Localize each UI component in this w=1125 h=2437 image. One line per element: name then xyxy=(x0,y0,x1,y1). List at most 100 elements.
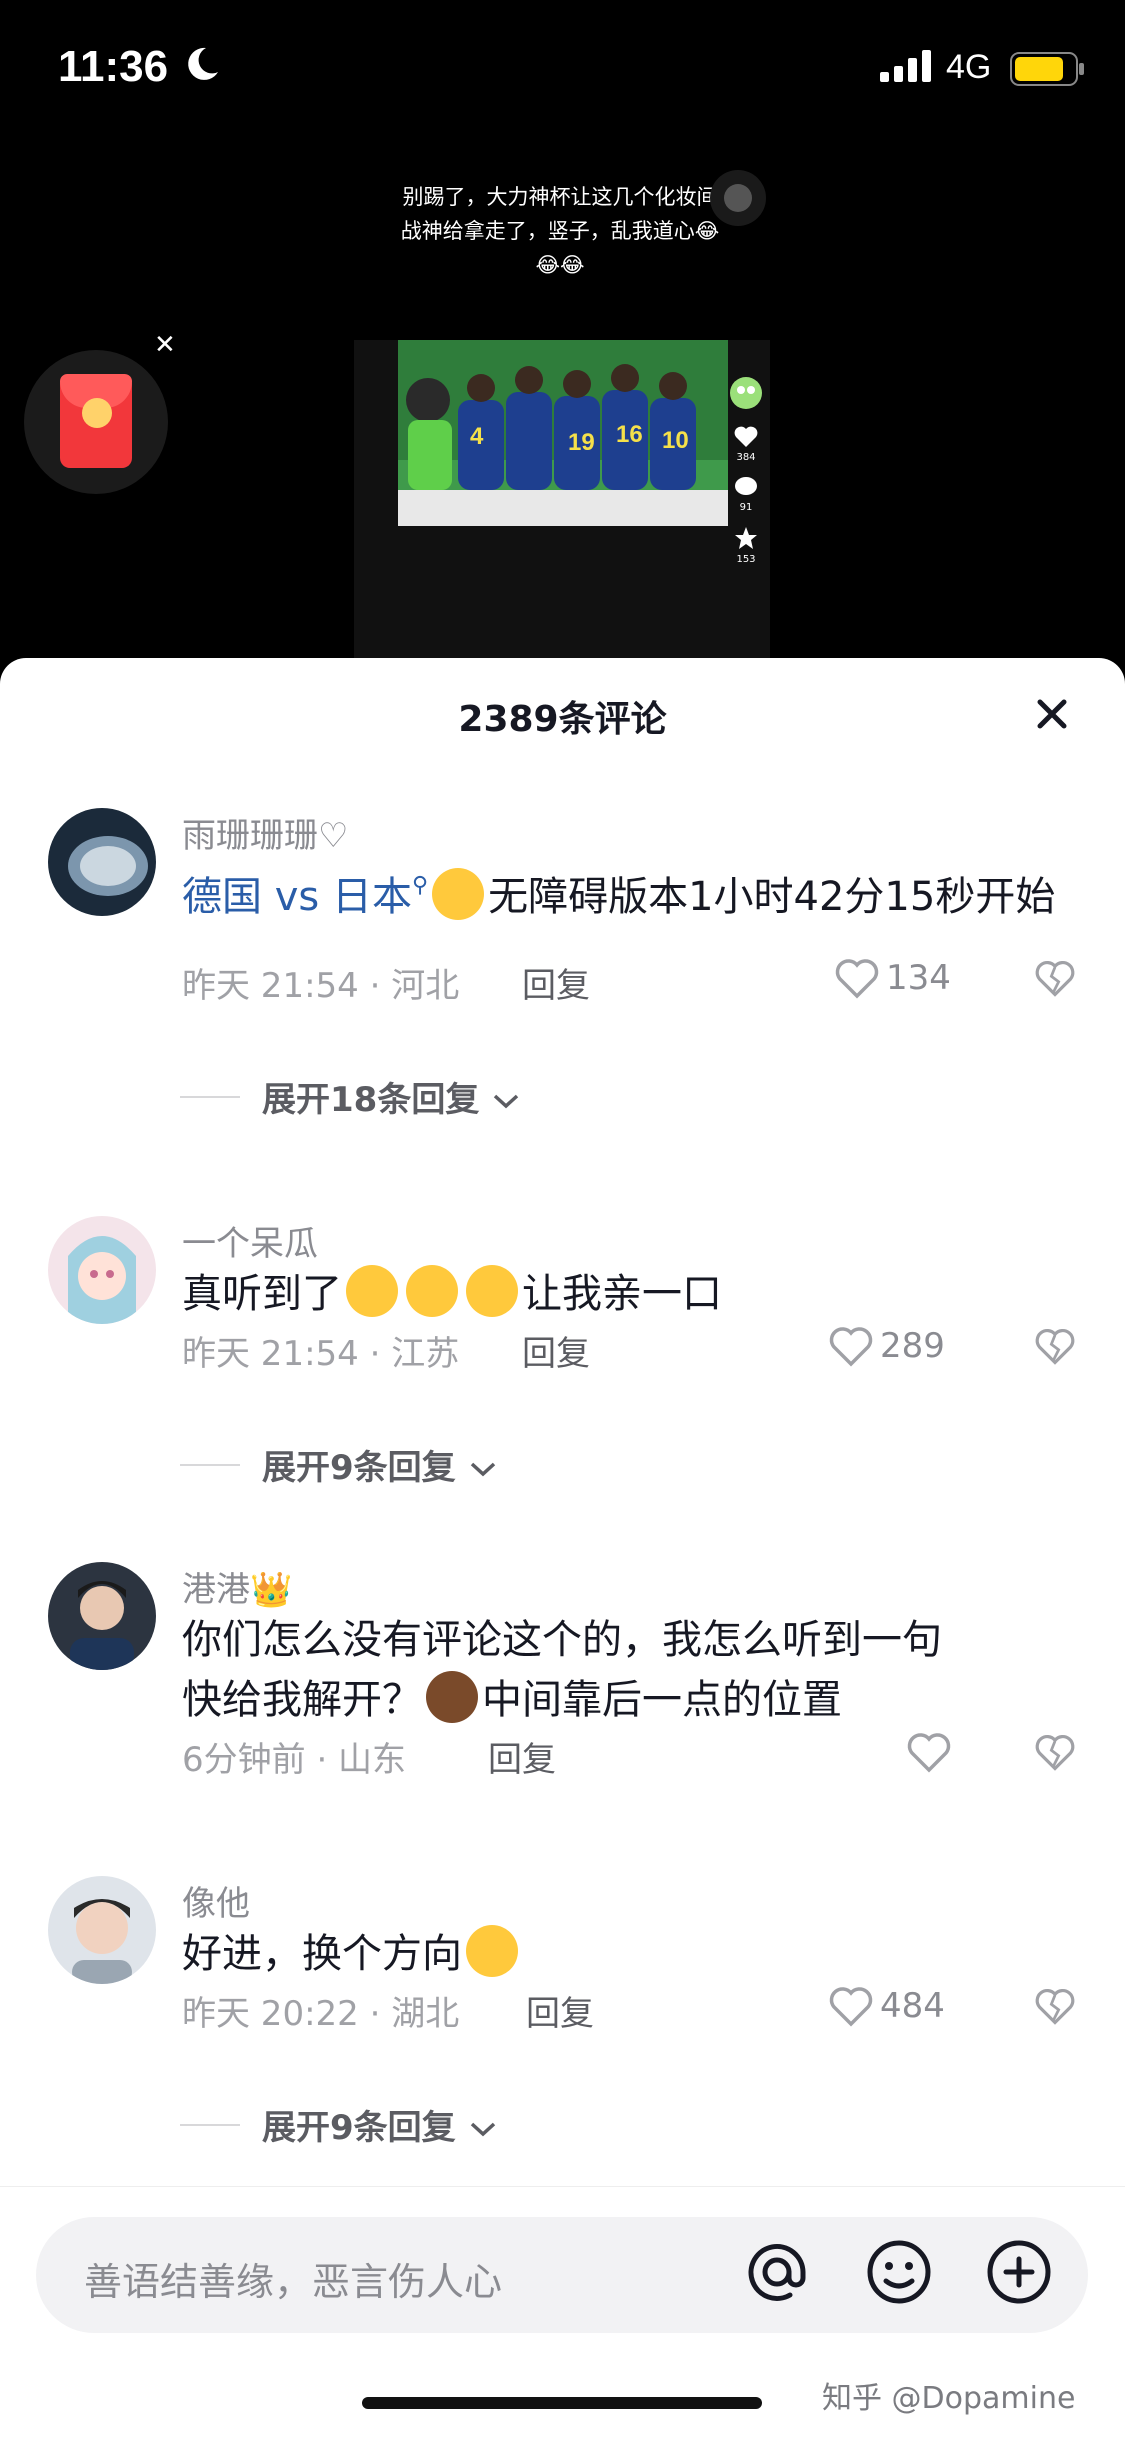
heart-eyes-emoji-icon xyxy=(432,868,485,920)
comment-body: 快给我解开？ xyxy=(182,1677,422,1723)
video-caption: 别踢了，大力神杯让这几个化妆间战神给拿走了，竖子，乱我道心😂😂😂 xyxy=(400,185,720,277)
expand-replies-button[interactable]: 展开9条回复 xyxy=(262,2100,498,2149)
reply-button[interactable]: 回复 xyxy=(522,1326,590,1375)
comment-text: 真听到了 让我亲一口 xyxy=(182,1264,1082,1324)
cat-tongue-emoji-icon xyxy=(466,1925,518,1977)
expand-replies-label: 展开9条回复 xyxy=(262,2108,456,2148)
crying-laughing-emoji-icon xyxy=(406,1265,458,1317)
comment-count-title: 2389条评论 xyxy=(458,699,667,740)
video-thumbnail: 4 19 16 10 xyxy=(398,340,728,526)
expand-replies-button[interactable]: 展开18条回复 xyxy=(262,1072,521,1121)
close-icon xyxy=(1037,699,1067,729)
like-count: 134 xyxy=(886,958,951,998)
comment-text: 德国 vs 日本⚲ 无障碍版本1小时42分15秒开始 xyxy=(182,856,1082,927)
creator-avatar-icon[interactable] xyxy=(726,376,766,413)
red-packet-button[interactable] xyxy=(24,350,168,494)
divider xyxy=(180,1464,240,1466)
comment-username[interactable]: 一个呆瓜 xyxy=(182,1216,318,1265)
like-button[interactable] xyxy=(906,1732,952,1778)
crying-laughing-emoji-icon xyxy=(466,1265,518,1317)
comment-body: 真听到了 xyxy=(182,1271,342,1317)
broken-heart-icon xyxy=(1035,1329,1075,1365)
hashtag-link[interactable]: 德国 xyxy=(182,874,262,920)
comment-body-line1: 你们怎么没有评论这个的，我怎么听到一句 xyxy=(182,1617,942,1663)
comment-sheet: 2389条评论 雨珊珊珊♡ 德国 vs 日本⚲ 无障碍版本1小时42分15秒开始 … xyxy=(0,658,1125,2436)
home-indicator[interactable] xyxy=(362,2397,762,2409)
battery-icon xyxy=(1010,52,1086,90)
video-star-count: 153 xyxy=(736,554,756,565)
reply-button[interactable]: 回复 xyxy=(488,1732,556,1781)
comment-time-location: 昨天 20:22 · 湖北 xyxy=(182,1994,460,2034)
divider xyxy=(180,1096,240,1098)
expand-replies-button[interactable]: 展开9条回复 xyxy=(262,1440,498,1489)
svg-text:4: 4 xyxy=(470,423,484,450)
reply-button[interactable]: 回复 xyxy=(522,958,590,1007)
comment-body: 好进，换个方向 xyxy=(182,1931,462,1977)
avatar[interactable] xyxy=(48,808,156,916)
comment-body-suffix: 让我亲一口 xyxy=(522,1271,722,1317)
moon-icon xyxy=(182,44,222,88)
reply-button[interactable]: 回复 xyxy=(526,1986,594,2035)
expand-replies-label: 展开18条回复 xyxy=(262,1080,480,1120)
plus-circle-icon xyxy=(987,2240,1051,2304)
comment-username[interactable]: 港港👑 xyxy=(182,1562,292,1611)
like-button[interactable] xyxy=(828,1326,874,1372)
red-packet-close-icon[interactable]: ✕ xyxy=(154,330,176,360)
dislike-button[interactable] xyxy=(1034,1986,1076,2032)
poop-emoji-icon xyxy=(426,1671,478,1723)
video-comment-count: 91 xyxy=(739,502,753,513)
chevron-down-icon xyxy=(470,2122,495,2137)
star-video[interactable]: 153 xyxy=(726,525,766,565)
clock: 11:36 xyxy=(58,42,169,91)
like-button[interactable] xyxy=(834,958,880,1004)
comment-body-suffix: 中间靠后一点的位置 xyxy=(482,1677,842,1723)
chevron-down-icon xyxy=(493,1094,519,1109)
red-packet-icon xyxy=(60,374,132,468)
hashtag-link[interactable]: 日本 xyxy=(332,874,412,920)
heart-icon xyxy=(829,1987,873,2027)
comment-text: 好进，换个方向 xyxy=(182,1924,1082,1984)
svg-text:19: 19 xyxy=(568,429,595,456)
avatar[interactable] xyxy=(48,1562,156,1670)
heart-icon xyxy=(829,1327,873,1367)
divider xyxy=(180,2124,240,2126)
dislike-button[interactable] xyxy=(1034,1732,1076,1778)
search-icon: ⚲ xyxy=(411,873,429,898)
dislike-button[interactable] xyxy=(1034,958,1076,1004)
heart-icon xyxy=(907,1733,951,1773)
close-comments-button[interactable] xyxy=(1032,694,1072,738)
like-count: 289 xyxy=(880,1326,945,1366)
comment-username[interactable]: 雨珊珊珊♡ xyxy=(182,808,348,857)
mention-button[interactable] xyxy=(742,2237,812,2311)
floating-record-icon[interactable] xyxy=(710,170,766,226)
at-sign-icon xyxy=(748,2244,806,2301)
broken-heart-icon xyxy=(1035,1989,1075,2025)
video-like-count: 384 xyxy=(736,452,756,463)
expand-replies-label: 展开9条回复 xyxy=(262,1448,456,1488)
avatar[interactable] xyxy=(48,1876,156,1984)
dislike-button[interactable] xyxy=(1034,1326,1076,1372)
svg-text:10: 10 xyxy=(662,427,689,454)
heart-icon xyxy=(835,959,879,999)
emoji-button[interactable] xyxy=(864,2237,934,2311)
svg-text:16: 16 xyxy=(616,421,643,448)
signal-icon xyxy=(880,50,934,86)
comment-body: 无障碍版本1小时42分15秒开始 xyxy=(488,874,1056,920)
comment-time-location: 昨天 21:54 · 河北 xyxy=(182,966,460,1006)
watermark: 知乎 @Dopamine xyxy=(822,2381,1076,2416)
chevron-down-icon xyxy=(470,1462,495,1477)
network-type: 4G xyxy=(946,48,992,86)
hashtag-separator: vs xyxy=(262,874,332,920)
smiley-icon xyxy=(867,2240,931,2304)
like-video[interactable]: 384 xyxy=(726,425,766,463)
add-button[interactable] xyxy=(984,2237,1054,2311)
comment-input-placeholder: 善语结善缘，恶言伤人心 xyxy=(84,2260,503,2304)
comment-username[interactable]: 像他 xyxy=(182,1876,250,1925)
video-player[interactable]: 别踢了，大力神杯让这几个化妆间战神给拿走了，竖子，乱我道心😂😂😂 ✕ 4 19 … xyxy=(0,140,1125,660)
comment-body-line2: 快给我解开？ 中间靠后一点的位置 xyxy=(182,1670,1082,1730)
broken-heart-icon xyxy=(1035,961,1075,997)
avatar[interactable] xyxy=(48,1216,156,1324)
embedded-video[interactable]: 4 19 16 10 384 91 153 xyxy=(354,340,770,660)
like-button[interactable] xyxy=(828,1986,874,2032)
comment-video[interactable]: 91 xyxy=(726,475,766,513)
